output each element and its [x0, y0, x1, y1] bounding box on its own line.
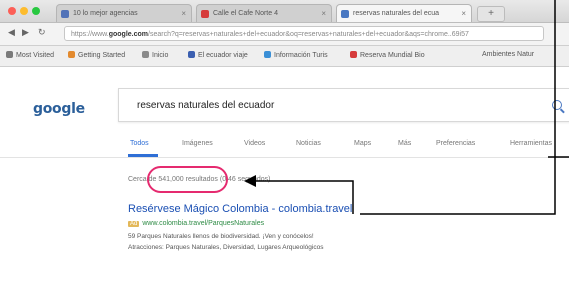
annotation-arrowhead — [244, 175, 256, 187]
annotation-overlay — [244, 0, 569, 215]
annotation-arrow-line — [255, 180, 354, 214]
annotation-connector-line — [360, 0, 556, 215]
